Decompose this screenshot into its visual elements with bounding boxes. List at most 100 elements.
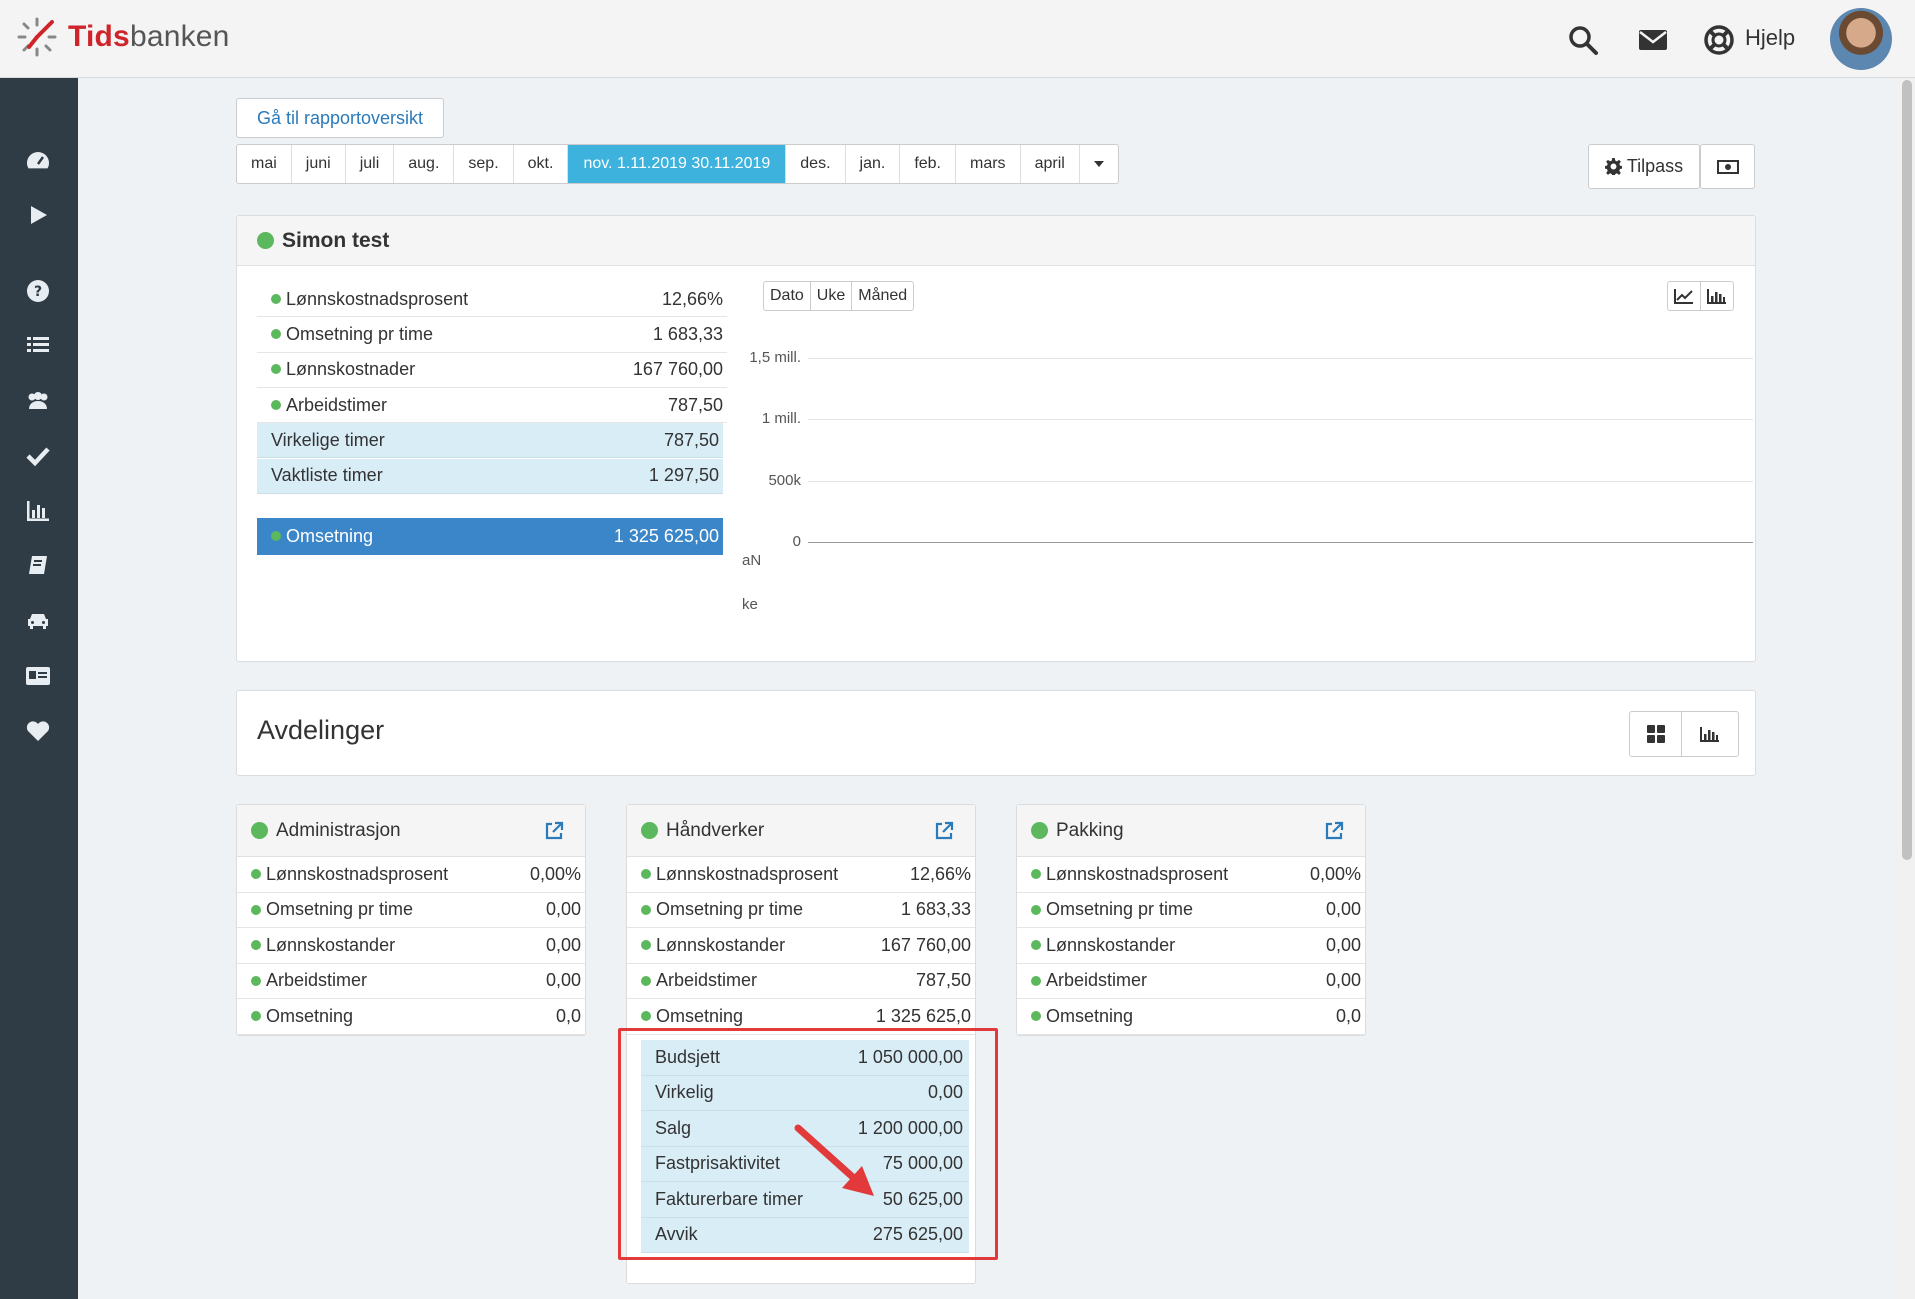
month-tab[interactable]: aug. <box>394 145 455 183</box>
users-icon[interactable] <box>25 388 51 414</box>
month-tab[interactable]: juli <box>346 145 395 183</box>
label-text: Omsetning pr time <box>656 899 804 920</box>
help-link[interactable]: Hjelp <box>1745 25 1795 51</box>
user-avatar[interactable] <box>1830 8 1892 70</box>
chart-tab-måned[interactable]: Måned <box>852 282 913 310</box>
line-chart-button[interactable] <box>1668 282 1701 310</box>
bar-chart-icon <box>1707 289 1726 304</box>
status-dot <box>271 293 281 304</box>
bar-chart-button[interactable] <box>1701 282 1733 310</box>
chart-axis-line <box>808 542 1753 543</box>
status-dot <box>251 975 261 986</box>
question-icon[interactable]: ? <box>25 278 51 304</box>
month-tab[interactable]: mai <box>237 145 292 183</box>
department-row-value: 0,00% <box>529 863 581 884</box>
month-tab[interactable]: april <box>1021 145 1080 183</box>
department-row: Lønnskostander 167 760,00 <box>627 928 975 964</box>
department-row-value: 1 683,33 <box>900 899 971 920</box>
department-row-value: 167 760,00 <box>880 934 971 955</box>
label-text: Lønnskostander <box>266 934 396 955</box>
status-dot <box>271 329 281 340</box>
status-dot <box>1031 975 1041 986</box>
summary-row: Omsetning pr time 1 683,33 <box>257 317 727 353</box>
department-row-value: 1 325 625,0 <box>875 1005 971 1026</box>
department-row: Lønnskostnadsprosent 0,00% <box>237 857 585 893</box>
department-row-value: 0,00 <box>545 899 581 920</box>
heart-icon[interactable] <box>25 718 51 744</box>
report-overview-button[interactable]: Gå til rapportoversikt <box>236 98 444 138</box>
y-tick-label: 500k <box>768 471 801 489</box>
x-tick-label: ke <box>742 596 758 613</box>
department-row-label: Lønnskostnadsprosent <box>1031 864 1228 885</box>
check-icon[interactable] <box>25 443 51 469</box>
month-tab[interactable]: nov. 1.11.2019 30.11.2019 <box>568 145 787 183</box>
logo-text: Tidsbanken <box>68 20 230 53</box>
status-dot <box>641 822 658 839</box>
lifebuoy-icon[interactable] <box>1703 24 1735 56</box>
search-icon[interactable] <box>1567 24 1599 56</box>
external-link-icon[interactable] <box>543 820 565 842</box>
summary-row-value: 12,66% <box>661 288 723 309</box>
summary-row: Lønnskostnadsprosent 12,66% <box>257 282 727 318</box>
month-tab[interactable]: mars <box>956 145 1021 183</box>
logo[interactable]: Tidsbanken <box>16 16 230 58</box>
customize-button[interactable]: Tilpass <box>1588 144 1700 189</box>
summary-row-label: Vaktliste timer <box>271 465 383 486</box>
summary-row: Arbeidstimer 787,50 <box>257 388 727 424</box>
month-tab[interactable]: okt. <box>514 145 569 183</box>
status-dot <box>1031 869 1041 879</box>
scrollbar-thumb[interactable] <box>1902 80 1912 860</box>
summary-row-value: 1 297,50 <box>648 465 719 486</box>
month-tab[interactable]: sep. <box>454 145 514 183</box>
car-icon[interactable] <box>25 608 51 634</box>
external-link-icon[interactable] <box>933 820 955 842</box>
id-card-icon[interactable] <box>25 663 51 689</box>
label-text: Lønnskostnadsprosent <box>286 288 469 309</box>
status-dot <box>1031 940 1041 950</box>
money-icon <box>1716 159 1739 174</box>
book-icon[interactable] <box>25 553 51 579</box>
department-name: Administrasjon <box>276 819 401 841</box>
month-dropdown-button[interactable] <box>1080 145 1118 183</box>
play-icon[interactable] <box>25 202 51 228</box>
grid-view-button[interactable] <box>1630 712 1682 756</box>
label-text: Omsetning pr time <box>266 899 414 920</box>
summary-total-value: 1 325 625,00 <box>613 526 719 546</box>
summary-total-row: Omsetning 1 325 625,00 <box>257 518 723 555</box>
department-row-value: 0,00 <box>1325 934 1361 955</box>
departments-title: Avdelinger <box>257 715 385 745</box>
label-text: Omsetning <box>266 1005 354 1026</box>
bar-chart-icon <box>1700 727 1719 742</box>
currency-toggle-button[interactable] <box>1700 144 1755 189</box>
status-dot <box>1031 822 1048 839</box>
month-tab[interactable]: feb. <box>900 145 956 183</box>
label-text: Omsetning <box>1046 1005 1134 1026</box>
month-tab[interactable]: jan. <box>846 145 901 183</box>
list-icon[interactable] <box>25 332 51 358</box>
chart-tab-uke[interactable]: Uke <box>811 282 853 310</box>
label-text: Arbeidstimer <box>1046 970 1148 991</box>
department-row-label: Omsetning pr time <box>1031 899 1193 920</box>
summary-row-label: Lønnskostnader <box>271 359 415 380</box>
summary-title: Simon test <box>282 228 390 252</box>
label-text: Lønnskostander <box>1046 934 1176 955</box>
month-tab[interactable]: des. <box>786 145 846 183</box>
chart-view-button[interactable] <box>1682 712 1738 756</box>
chart-tab-dato[interactable]: Dato <box>764 282 811 310</box>
bar-chart-icon[interactable] <box>25 498 51 524</box>
department-row: Lønnskostander 0,00 <box>1017 928 1365 964</box>
label-text: Omsetning <box>286 526 374 546</box>
label-text: Arbeidstimer <box>286 394 388 415</box>
department-row-label: Omsetning <box>641 1006 743 1027</box>
status-dot <box>641 1011 651 1021</box>
label-text: Lønnskostnader <box>286 359 416 380</box>
mail-icon[interactable] <box>1637 24 1669 56</box>
department-row-value: 0,0 <box>555 1005 581 1026</box>
external-link-icon[interactable] <box>1323 820 1345 842</box>
department-row-label: Arbeidstimer <box>251 970 367 991</box>
label-text: Omsetning pr time <box>286 323 434 344</box>
dashboard-icon[interactable] <box>25 148 51 174</box>
month-tab[interactable]: juni <box>292 145 346 183</box>
department-row: Omsetning 0,0 <box>1017 999 1365 1035</box>
y-tick-label: 1 mill. <box>761 410 801 428</box>
